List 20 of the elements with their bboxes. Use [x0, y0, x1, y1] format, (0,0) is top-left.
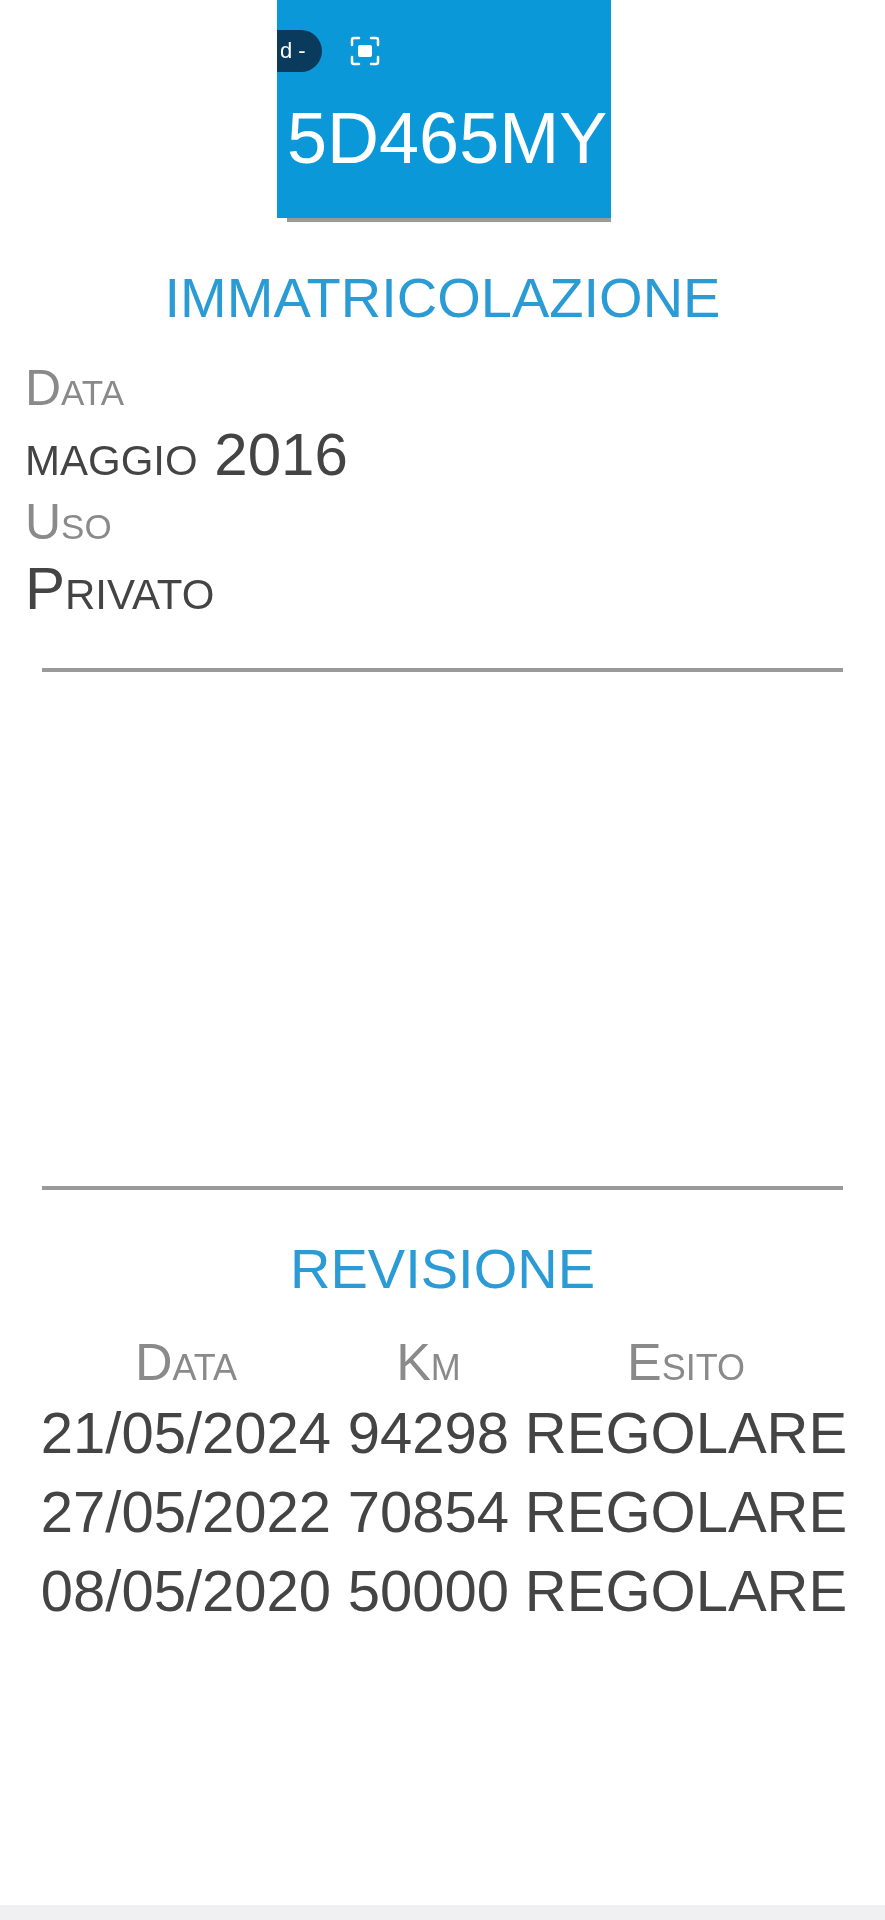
- column-header: Esito: [626, 1332, 745, 1393]
- field-label: Data: [25, 359, 124, 418]
- table-cell-text: REGOLARE: [524, 1478, 848, 1546]
- section-title: REVISIONE: [289, 1237, 596, 1301]
- section-title: IMMATRICOLAZIONE: [163, 266, 722, 330]
- table-cell-text: 94298: [347, 1399, 510, 1467]
- column-header: Data: [134, 1332, 238, 1393]
- plate-number: 5D465MY: [287, 98, 608, 178]
- pill-button[interactable]: d -: [277, 30, 322, 72]
- table-cell-text: REGOLARE: [524, 1399, 848, 1467]
- field-label: Uso: [25, 493, 112, 552]
- table-cell-text: 50000: [347, 1557, 510, 1625]
- field-value: Privato: [25, 555, 215, 623]
- field-value: maggio 2016: [25, 421, 348, 489]
- column-header: Km: [396, 1332, 461, 1393]
- table-cell-text: 27/05/2022: [40, 1478, 332, 1546]
- table-cell-text: REGOLARE: [524, 1557, 848, 1625]
- table-cell-text: 08/05/2020: [40, 1557, 332, 1625]
- table-cell-text: 70854: [347, 1478, 510, 1546]
- table-cell-text: 21/05/2024: [40, 1399, 332, 1467]
